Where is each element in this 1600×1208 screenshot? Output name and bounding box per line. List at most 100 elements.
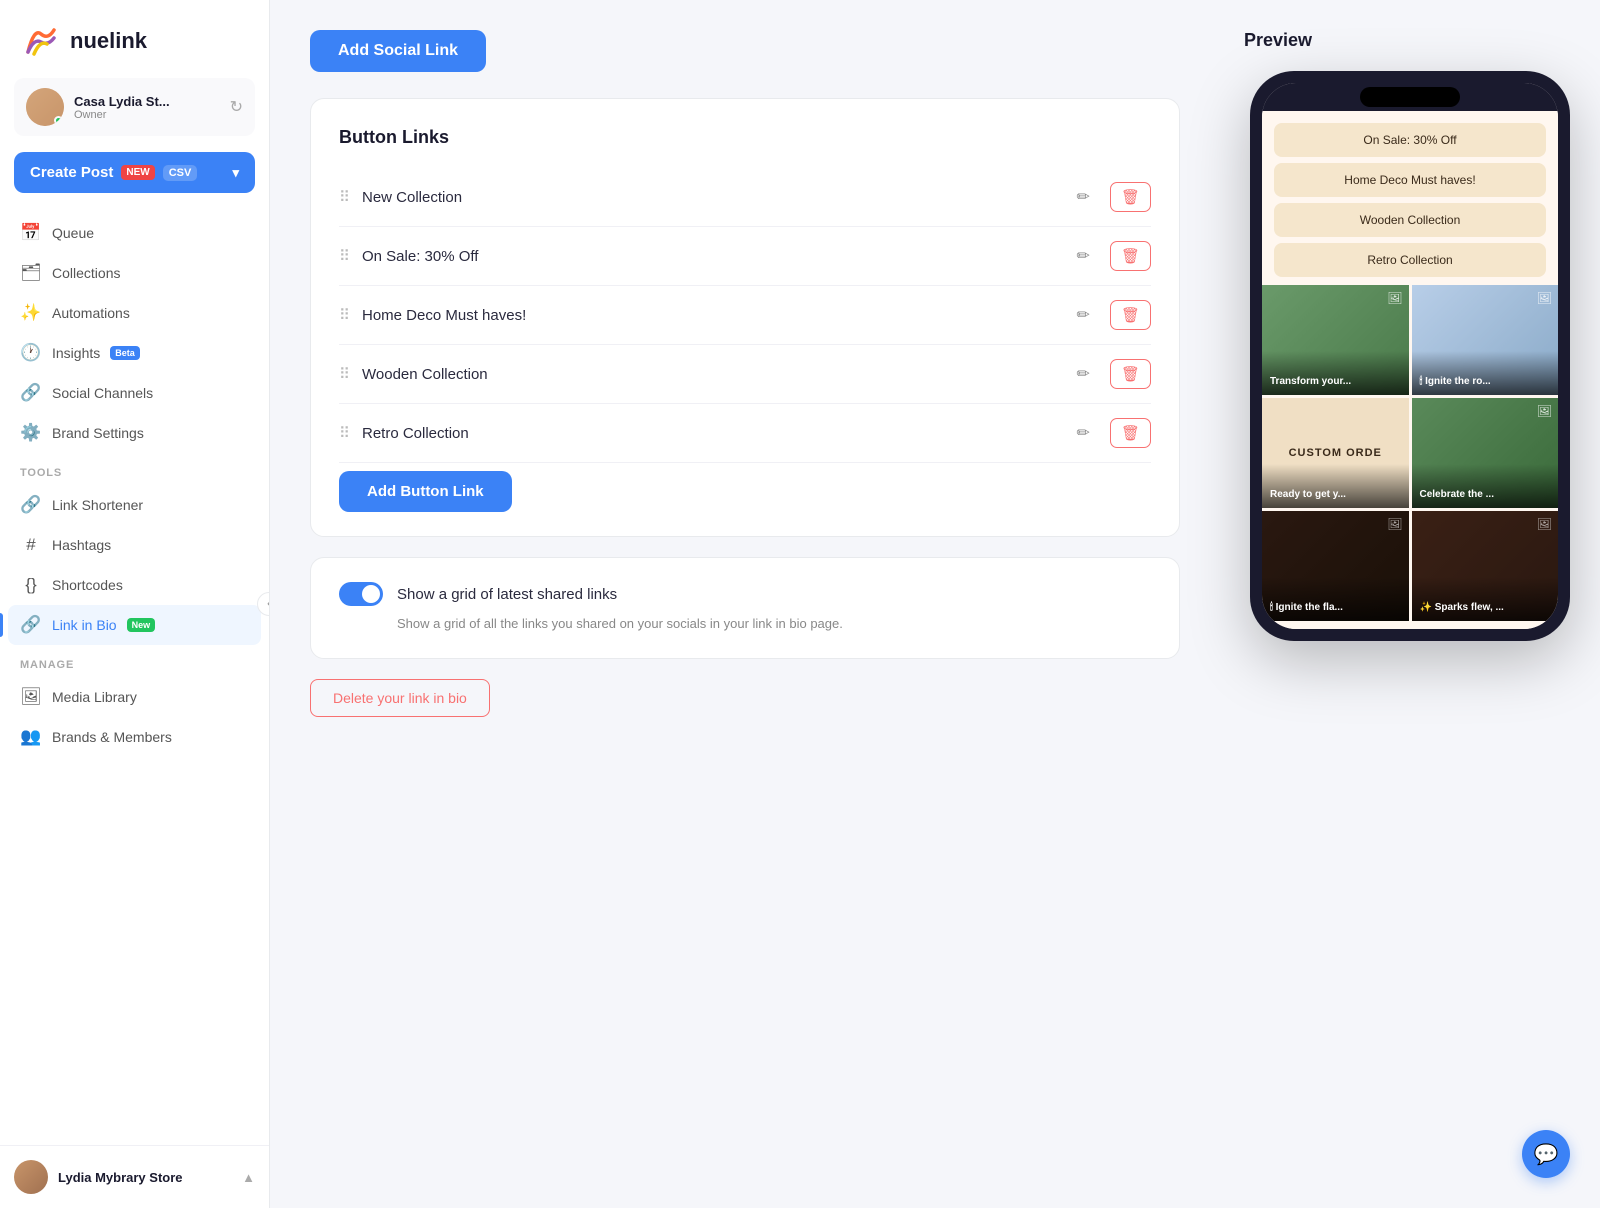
toggle-description: Show a grid of all the links you shared … (397, 614, 1151, 634)
show-grid-toggle[interactable] (339, 582, 383, 606)
link-name: Wooden Collection (362, 366, 1057, 383)
delete-button[interactable]: 🗑 (1110, 359, 1151, 389)
delete-button[interactable]: 🗑 (1110, 182, 1151, 212)
sidebar-item-collections[interactable]: 🗂 Collections (8, 253, 261, 293)
phone-photo-grid: 🖼 Transform your... 🖼 🕯 Ignite the ro... (1262, 285, 1558, 629)
clock-icon: 🕐 (20, 343, 42, 363)
photo-label: Transform your... (1270, 376, 1351, 387)
image-icon: 🖼 (1537, 291, 1552, 305)
delete-link-in-bio-button[interactable]: Delete your link in bio (310, 679, 490, 717)
delete-button[interactable]: 🗑 (1110, 241, 1151, 271)
content-wrapper: Add Social Link Button Links ⠿ New Colle… (270, 0, 1600, 1208)
sidebar-item-label: Link Shortener (52, 497, 143, 513)
sidebar-item-automations[interactable]: ✨ Automations (8, 293, 261, 333)
preview-panel: Preview On Sale: 30% Off Home Deco Must … (1220, 0, 1600, 1208)
sidebar-item-insights[interactable]: 🕐 Insights Beta (8, 333, 261, 373)
add-social-link-button[interactable]: Add Social Link (310, 30, 486, 72)
drag-handle-icon[interactable]: ⠿ (339, 424, 350, 442)
sidebar: ‹ nuelink Casa Lydia St... Owner ↻ C (0, 0, 270, 1208)
user-avatar (14, 1160, 48, 1194)
account-role: Owner (74, 109, 220, 121)
chat-bubble-button[interactable]: 💬 (1522, 1130, 1570, 1178)
list-item: ⠿ On Sale: 30% Off ✏ 🗑 (339, 227, 1151, 286)
photo-overlay: Transform your... (1262, 351, 1409, 395)
sidebar-item-hashtags[interactable]: # Hashtags (8, 525, 261, 565)
online-indicator (54, 116, 63, 125)
link-name: Retro Collection (362, 425, 1057, 442)
drag-handle-icon[interactable]: ⠿ (339, 188, 350, 206)
delete-button[interactable]: 🗑 (1110, 418, 1151, 448)
sidebar-item-label: Brands & Members (52, 729, 172, 745)
csv-badge: CSV (163, 165, 198, 181)
tools-section: 🔗 Link Shortener # Hashtags {} Shortcode… (0, 485, 269, 645)
sidebar-item-label: Brand Settings (52, 425, 144, 441)
beta-badge: Beta (110, 346, 140, 360)
account-switcher[interactable]: Casa Lydia St... Owner ↻ (14, 78, 255, 136)
drag-handle-icon[interactable]: ⠿ (339, 247, 350, 265)
sidebar-item-label: Social Channels (52, 385, 153, 401)
nuelink-logo-icon (20, 20, 62, 62)
image-icon: 🖼 (1537, 517, 1552, 531)
sidebar-item-brand-settings[interactable]: ⚙️ Brand Settings (8, 413, 261, 453)
list-item: ⠿ New Collection ✏ 🗑 (339, 168, 1151, 227)
list-item: ⠿ Retro Collection ✏ 🗑 (339, 404, 1151, 463)
toggle-label: Show a grid of latest shared links (397, 586, 617, 603)
chevron-up-icon: ▲ (242, 1170, 255, 1185)
folder-icon: 🗂 (20, 263, 42, 283)
sidebar-item-media-library[interactable]: 🖼 Media Library (8, 677, 261, 717)
image-icon: 🖼 (1537, 404, 1552, 418)
chat-icon: 💬 (1534, 1142, 1559, 1167)
photo-overlay: Celebrate the ... (1412, 464, 1559, 508)
sidebar-item-label: Media Library (52, 689, 137, 705)
add-button-link-button[interactable]: Add Button Link (339, 471, 512, 512)
settings-icon: ⚙️ (20, 423, 42, 443)
sidebar-item-label: Shortcodes (52, 577, 123, 593)
sidebar-item-link-in-bio[interactable]: 🔗 Link in Bio New (8, 605, 261, 645)
sidebar-item-link-shortener[interactable]: 🔗 Link Shortener (8, 485, 261, 525)
drag-handle-icon[interactable]: ⠿ (339, 306, 350, 324)
edit-button[interactable]: ✏ (1069, 301, 1098, 329)
photo-cell: 🖼 🕯 Ignite the ro... (1412, 285, 1559, 395)
phone-top-bar (1262, 83, 1558, 111)
phone-mockup: On Sale: 30% Off Home Deco Must haves! W… (1250, 71, 1570, 641)
user-profile-footer[interactable]: Lydia Mybrary Store ▲ (0, 1145, 269, 1208)
drag-handle-icon[interactable]: ⠿ (339, 365, 350, 383)
link-icon: 🔗 (20, 495, 42, 515)
sidebar-item-social-channels[interactable]: 🔗 Social Channels (8, 373, 261, 413)
photo-label: Celebrate the ... (1420, 489, 1494, 500)
app-wrapper: ‹ nuelink Casa Lydia St... Owner ↻ C (0, 0, 1600, 1208)
delete-button[interactable]: 🗑 (1110, 300, 1151, 330)
sidebar-item-brands-members[interactable]: 👥 Brands & Members (8, 717, 261, 757)
create-post-button[interactable]: Create Post new CSV ▾ (14, 152, 255, 193)
logo-text: nuelink (70, 28, 147, 54)
sidebar-item-label: Automations (52, 305, 130, 321)
edit-button[interactable]: ✏ (1069, 242, 1098, 270)
edit-button[interactable]: ✏ (1069, 183, 1098, 211)
hashtag-icon: # (20, 535, 42, 555)
phone-link-item: Home Deco Must haves! (1274, 163, 1546, 197)
photo-overlay: Ready to get y... (1262, 464, 1409, 508)
edit-button[interactable]: ✏ (1069, 360, 1098, 388)
calendar-icon: 📅 (20, 223, 42, 243)
manage-section-label: MANAGE (0, 645, 269, 677)
photo-cell: 🖼 🕯 Ignite the fla... (1262, 511, 1409, 621)
wand-icon: ✨ (20, 303, 42, 323)
photo-label: 🕯 Ignite the ro... (1420, 376, 1491, 387)
preview-title: Preview (1244, 30, 1576, 51)
link-name: On Sale: 30% Off (362, 248, 1057, 265)
sidebar-item-label: Insights (52, 345, 100, 361)
new-green-badge: New (127, 618, 156, 632)
manage-section: 🖼 Media Library 👥 Brands & Members (0, 677, 269, 757)
photo-label: 🕯 Ignite the fla... (1270, 602, 1343, 613)
media-icon: 🖼 (20, 687, 42, 707)
sidebar-item-shortcodes[interactable]: {} Shortcodes (8, 565, 261, 605)
code-icon: {} (20, 575, 42, 595)
sidebar-item-queue[interactable]: 📅 Queue (8, 213, 261, 253)
phone-notch-pill (1360, 87, 1460, 107)
edit-button[interactable]: ✏ (1069, 419, 1098, 447)
sidebar-logo: nuelink (0, 0, 269, 78)
create-post-label: Create Post (30, 164, 113, 181)
refresh-icon[interactable]: ↻ (230, 97, 243, 117)
link-bio-icon: 🔗 (20, 615, 42, 635)
photo-overlay: 🕯 Ignite the ro... (1412, 351, 1559, 395)
